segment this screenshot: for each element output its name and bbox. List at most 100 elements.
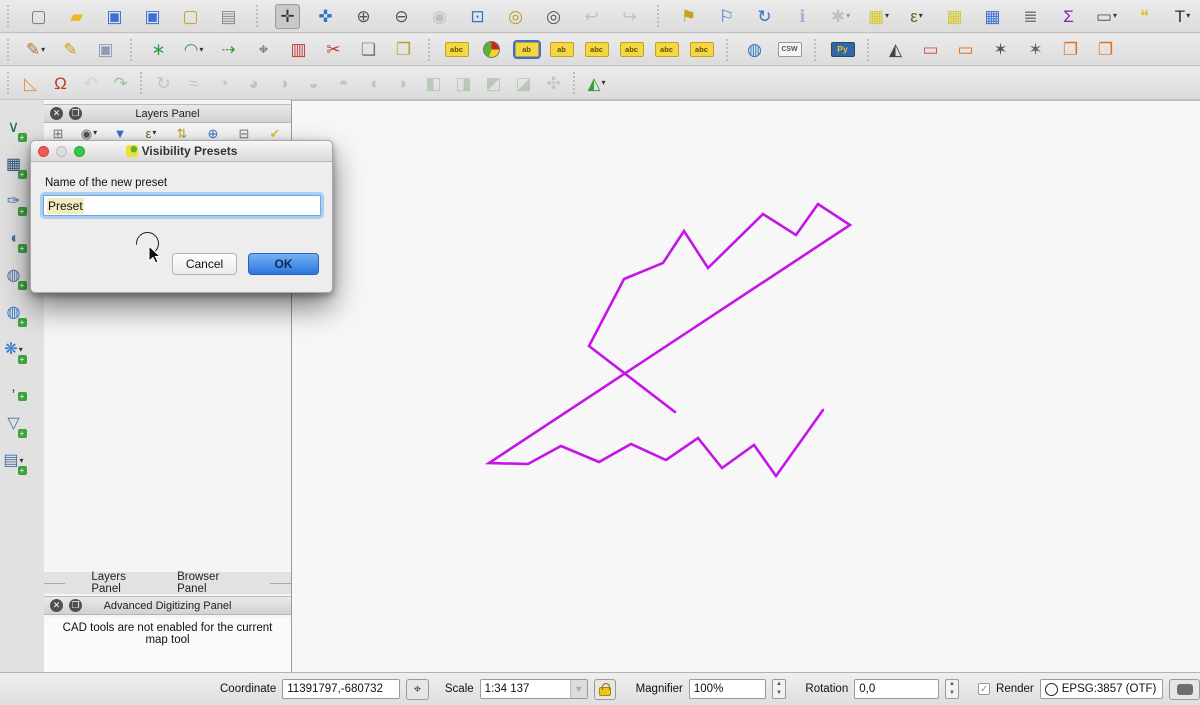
snapping-arrow-icon[interactable]: ◭▾ xyxy=(584,71,609,96)
float-panel-icon[interactable]: ❐ xyxy=(69,107,82,120)
web-globe-icon[interactable]: ◍ xyxy=(742,37,767,62)
scale-combobox[interactable]: 1:34 137▼ xyxy=(480,679,588,699)
move-label-icon[interactable]: abc xyxy=(619,37,644,62)
save-layer-edits-icon[interactable]: ▣ xyxy=(93,37,118,62)
add-feature-icon[interactable]: ∗ xyxy=(146,37,171,62)
toggle-editing-icon[interactable]: ✎ xyxy=(58,37,83,62)
zoom-to-layer-icon[interactable]: ◎ xyxy=(503,4,528,29)
close-icon[interactable]: ✕ xyxy=(50,107,63,120)
cad-tools-message: CAD tools are not enabled for the curren… xyxy=(44,618,291,672)
zoom-full-icon[interactable]: ⊡ xyxy=(465,4,490,29)
field-calculator-icon[interactable]: Σ xyxy=(1056,4,1081,29)
redo-icon[interactable]: ↷ xyxy=(108,71,133,96)
scale-lock-button[interactable] xyxy=(594,679,616,700)
paste-features-icon[interactable]: ❐ xyxy=(391,37,416,62)
auto-fields-add-icon[interactable]: ❐ xyxy=(1093,37,1118,62)
messages-button[interactable] xyxy=(1169,679,1200,700)
add-oracle-layer-icon[interactable]: ◍+ xyxy=(2,264,26,288)
plus-badge-icon: + xyxy=(18,170,27,179)
delete-selected-icon[interactable]: ▥ xyxy=(286,37,311,62)
add-raster-layer-icon[interactable]: ▦+ xyxy=(2,153,26,177)
pin-labels-icon[interactable]: ab xyxy=(514,37,539,62)
rotate-label-icon[interactable]: abc xyxy=(654,37,679,62)
current-edits-icon[interactable]: ✎▾ xyxy=(23,37,48,62)
save-project-as-icon[interactable]: ▣ xyxy=(140,4,165,29)
add-circular-string-icon[interactable]: ◠▾ xyxy=(181,37,206,62)
change-label-icon[interactable]: abc xyxy=(689,37,714,62)
preset-name-input[interactable]: Preset xyxy=(43,195,321,216)
select-by-expression-icon[interactable]: ε▾ xyxy=(904,4,929,29)
mouse-position-toggle[interactable]: ⌖ xyxy=(406,679,429,700)
metasearch-csw-icon[interactable]: CSW xyxy=(777,37,802,62)
statistical-summary-icon[interactable]: ≣ xyxy=(1018,4,1043,29)
magenta-line-feature xyxy=(489,204,850,476)
add-wfs-layer-icon[interactable]: ❋▾+ xyxy=(2,338,26,362)
coordinate-label: Coordinate xyxy=(220,683,276,695)
pan-map-icon[interactable]: ✛ xyxy=(275,4,300,29)
node-tool-icon[interactable]: ⌖ xyxy=(251,37,276,62)
cad-tools-icon[interactable]: ◺ xyxy=(18,71,43,96)
new-print-composer-icon[interactable]: ▢ xyxy=(178,4,203,29)
map-canvas[interactable] xyxy=(292,100,1200,672)
add-postgis-layer-icon[interactable]: ◖+ xyxy=(2,227,26,251)
magnifier-label: Magnifier xyxy=(636,683,683,695)
cut-features-icon[interactable]: ✂ xyxy=(321,37,346,62)
frame-annotation-icon[interactable]: ▭ xyxy=(953,37,978,62)
snapping-options-icon[interactable]: Ω xyxy=(48,71,73,96)
rotation-input[interactable]: 0,0 xyxy=(854,679,939,699)
rotation-stepper[interactable]: ▲▼ xyxy=(945,679,959,699)
select-features-icon[interactable]: ▦▾ xyxy=(866,4,891,29)
measure-icon[interactable]: ▭▾ xyxy=(1094,4,1119,29)
map-tips-icon[interactable]: ❝ xyxy=(1132,4,1157,29)
topology-wand-icon[interactable]: ✶ xyxy=(988,37,1013,62)
highlight-pinned-labels-icon[interactable]: ab xyxy=(549,37,574,62)
dialog-titlebar[interactable]: Visibility Presets xyxy=(31,141,332,162)
attribute-table-icon[interactable]: ▦ xyxy=(980,4,1005,29)
show-bookmarks-icon[interactable]: ⚐ xyxy=(714,4,739,29)
toolbar-handle xyxy=(814,39,818,61)
ok-button[interactable]: OK xyxy=(248,253,319,275)
close-icon[interactable]: ✕ xyxy=(50,599,63,612)
zoom-to-selection-icon[interactable]: ◎ xyxy=(541,4,566,29)
chevron-down-icon[interactable]: ▼ xyxy=(570,680,587,698)
tab-layers-panel[interactable]: Layers Panel xyxy=(91,571,151,595)
zoom-out-icon[interactable]: ⊖ xyxy=(389,4,414,29)
magnifier-stepper[interactable]: ▲▼ xyxy=(772,679,786,699)
crs-status-button[interactable]: EPSG:3857 (OTF) xyxy=(1040,679,1163,699)
zoom-in-icon[interactable]: ⊕ xyxy=(351,4,376,29)
rectangle-annotation-icon[interactable]: ▭ xyxy=(918,37,943,62)
new-bookmark-icon[interactable]: ⚑ xyxy=(676,4,701,29)
chevron-down-icon: ▾ xyxy=(919,12,923,20)
add-delimited-text-icon[interactable]: ,+ xyxy=(2,375,26,399)
add-spatialite-layer-icon[interactable]: ✑+ xyxy=(2,190,26,214)
open-project-icon[interactable]: ▰ xyxy=(64,4,89,29)
new-shapefile-layer-icon[interactable]: ▽+ xyxy=(2,412,26,436)
float-panel-icon[interactable]: ❐ xyxy=(69,599,82,612)
coordinate-input[interactable]: 11391797,-680732 xyxy=(282,679,400,699)
geometry-wand-icon[interactable]: ✶ xyxy=(1023,37,1048,62)
merge-features-icon: ◩ xyxy=(481,71,506,96)
text-annotation-icon[interactable]: T▾ xyxy=(1170,4,1195,29)
add-virtual-layer-icon[interactable]: ▤▾+ xyxy=(2,449,26,473)
annotation-arrow-icon[interactable]: ◭ xyxy=(883,37,908,62)
diagram-options-icon[interactable] xyxy=(479,37,504,62)
composer-manager-icon[interactable]: ▤ xyxy=(216,4,241,29)
add-wms-layer-icon[interactable]: ◍+ xyxy=(2,301,26,325)
cancel-button[interactable]: Cancel xyxy=(172,253,237,275)
add-vector-layer-icon[interactable]: ∨+ xyxy=(2,116,26,140)
python-console-icon[interactable]: Py xyxy=(830,37,855,62)
labeling-icon[interactable]: abc xyxy=(444,37,469,62)
auto-fields-icon[interactable]: ❐ xyxy=(1058,37,1083,62)
deselect-all-icon[interactable]: ▦ xyxy=(942,4,967,29)
copy-features-icon[interactable]: ❏ xyxy=(356,37,381,62)
refresh-map-icon[interactable]: ↻ xyxy=(752,4,777,29)
magnifier-input[interactable]: 100% xyxy=(689,679,766,699)
move-feature-icon[interactable]: ⇢ xyxy=(216,37,241,62)
render-checkbox[interactable]: ✓ xyxy=(978,683,990,695)
save-project-icon[interactable]: ▣ xyxy=(102,4,127,29)
toolbar-handle xyxy=(256,5,260,27)
show-hidden-labels-icon[interactable]: abc xyxy=(584,37,609,62)
pan-to-selection-icon[interactable]: ✜ xyxy=(313,4,338,29)
new-project-icon[interactable]: ▢ xyxy=(26,4,51,29)
tab-browser-panel[interactable]: Browser Panel xyxy=(177,571,244,595)
